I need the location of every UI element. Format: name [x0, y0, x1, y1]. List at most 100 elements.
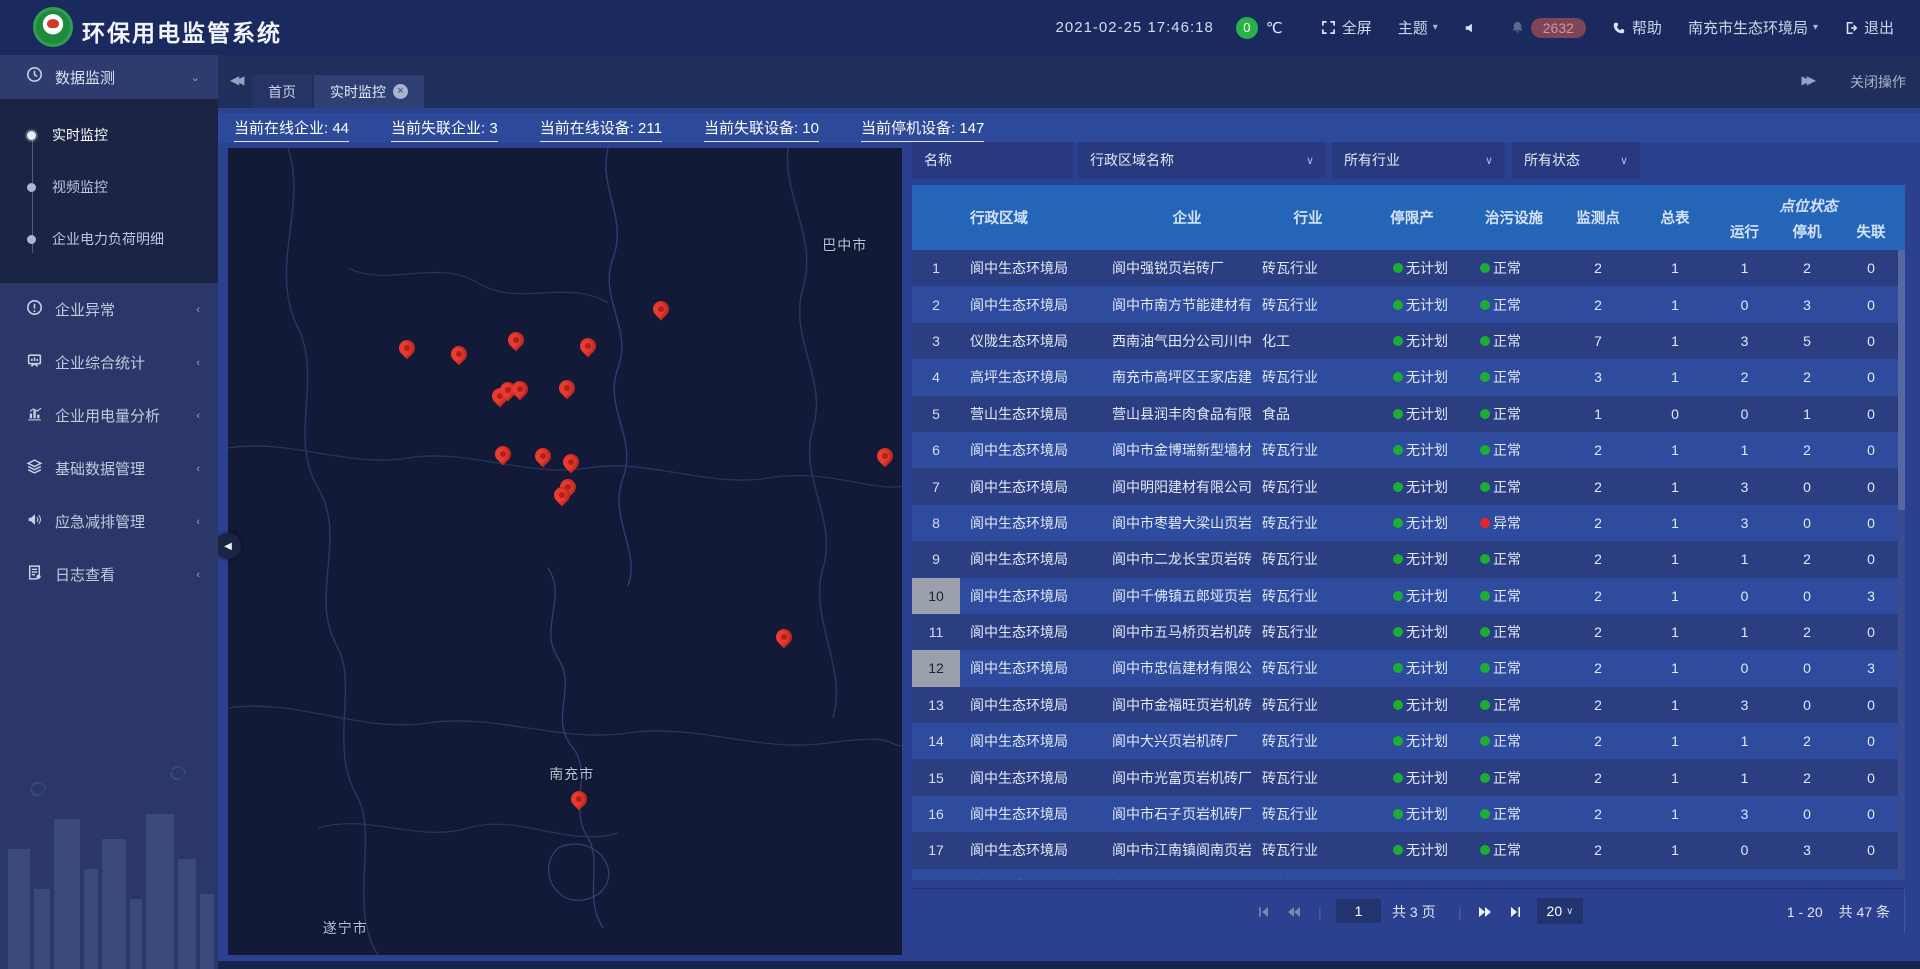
map-marker-9[interactable] — [559, 380, 575, 396]
table-row[interactable]: 6阆中生态环境局阆中市金博瑞新型墙材砖瓦行业无计划正常21120 — [912, 432, 1905, 468]
cell-running: 1 — [1712, 614, 1777, 650]
map-collapse-handle[interactable]: ◀ — [215, 533, 241, 559]
map-marker-2[interactable] — [451, 346, 467, 362]
cell-plan: 无计划 — [1354, 869, 1470, 880]
sidebar-item-label: 基础数据管理 — [55, 458, 145, 479]
notification-button[interactable]: 2632 — [1510, 18, 1586, 38]
tab-close-icon[interactable]: × — [393, 84, 408, 99]
sidebar-item-emergency-reduce[interactable]: 应急减排管理‹ — [0, 495, 218, 548]
map-marker-17[interactable] — [571, 791, 587, 807]
map-marker-11[interactable] — [535, 448, 551, 464]
cell-stopped: 2 — [1777, 541, 1837, 577]
last-page-button[interactable] — [1509, 889, 1523, 934]
cell-plan: 无计划 — [1354, 723, 1470, 759]
table-row[interactable]: 9阆中生态环境局阆中市二龙长宝页岩砖砖瓦行业无计划正常21120 — [912, 541, 1905, 577]
cell-stopped: 5 — [1777, 323, 1837, 359]
cell-monitor-points: 2 — [1558, 650, 1638, 686]
cell-total-meters: 1 — [1638, 359, 1712, 395]
next-page-button[interactable] — [1477, 889, 1493, 934]
cell-facility-status: 正常 — [1470, 578, 1558, 614]
logout-button[interactable]: 退出 — [1844, 17, 1894, 38]
region-filter-select[interactable]: 行政区域名称 ∨ — [1078, 142, 1326, 178]
table-row[interactable]: 10阆中生态环境局阆中千佛镇五郎垭页岩砖瓦行业无计划正常21003 — [912, 578, 1905, 614]
help-button[interactable]: 帮助 — [1612, 17, 1662, 38]
sidebar-item-power-analysis[interactable]: 企业用电量分析‹ — [0, 389, 218, 442]
page-number-input[interactable] — [1336, 899, 1381, 923]
table-row[interactable]: 5营山生态环境局营山县润丰肉食品有限食品无计划正常10010 — [912, 396, 1905, 432]
map-marker-5[interactable] — [653, 301, 669, 317]
map-pin-icon — [509, 378, 532, 401]
cell-monitor-points: 2 — [1558, 614, 1638, 650]
map-panel[interactable]: 巴中市南充市遂宁市 ◀ — [228, 148, 902, 955]
cell-lost: 0 — [1837, 432, 1905, 468]
table-row[interactable]: 15阆中生态环境局阆中市光富页岩机砖厂砖瓦行业无计划正常21120 — [912, 759, 1905, 795]
name-filter-input[interactable]: 名称 — [912, 142, 1073, 178]
cell-running: 1 — [1712, 541, 1777, 577]
scrollbar-thumb[interactable] — [1898, 250, 1905, 510]
table-row[interactable]: 2阆中生态环境局阆中市南方节能建材有砖瓦行业无计划正常21030 — [912, 286, 1905, 322]
table-scrollbar[interactable] — [1898, 250, 1905, 880]
prev-page-button[interactable] — [1286, 889, 1302, 934]
close-operations-button[interactable]: 关闭操作 — [1850, 72, 1906, 92]
map-marker-8[interactable] — [512, 381, 528, 397]
map-marker-15[interactable] — [877, 448, 893, 464]
table-row[interactable]: 8阆中生态环境局阆中市枣碧大梁山页岩砖瓦行业无计划异常21300 — [912, 505, 1905, 541]
map-marker-1[interactable] — [399, 340, 415, 356]
industry-filter-select[interactable]: 所有行业 ∨ — [1332, 142, 1505, 178]
table-row[interactable]: 17阆中生态环境局阆中市江南镇阆南页岩砖瓦行业无计划正常21030 — [912, 832, 1905, 868]
sidebar-item-data-monitor[interactable]: 数据监测⌄ — [0, 55, 218, 99]
theme-button[interactable]: 主题 ▾ — [1398, 17, 1438, 38]
sound-button[interactable] — [1464, 21, 1484, 35]
sidebar-item-enterprise-stats[interactable]: 企业综合统计‹ — [0, 336, 218, 389]
cell-lost: 0 — [1837, 250, 1905, 286]
cell-running: 0 — [1712, 396, 1777, 432]
first-page-button[interactable] — [1256, 889, 1270, 934]
cell-industry: 砖瓦行业 — [1262, 578, 1354, 614]
table-row[interactable]: 18南部生态环境局南部县砖化上河有限公建材加工无计划正常21030 — [912, 869, 1905, 880]
sidebar-item-video-monitor[interactable]: 视频监控 — [0, 161, 218, 213]
cell-lost: 0 — [1837, 723, 1905, 759]
table-row[interactable]: 13阆中生态环境局阆中市金福旺页岩机砖砖瓦行业无计划正常21300 — [912, 687, 1905, 723]
name-filter-placeholder: 名称 — [924, 150, 952, 170]
status-filter-select[interactable]: 所有状态 ∨ — [1512, 142, 1640, 178]
cell-facility-status: 正常 — [1470, 468, 1558, 504]
cell-plan: 无计划 — [1354, 832, 1470, 868]
table-row[interactable]: 14阆中生态环境局阆中大兴页岩机砖厂砖瓦行业无计划正常21120 — [912, 723, 1905, 759]
sidebar-item-realtime-monitor[interactable]: 实时监控 — [0, 109, 218, 161]
cell-region: 阆中生态环境局 — [960, 578, 1112, 614]
table-row[interactable]: 16阆中生态环境局阆中市石子页岩机砖厂砖瓦行业无计划正常21300 — [912, 796, 1905, 832]
table-row[interactable]: 12阆中生态环境局阆中市忠信建材有限公砖瓦行业无计划正常21003 — [912, 650, 1905, 686]
cell-industry: 砖瓦行业 — [1262, 759, 1354, 795]
table-row[interactable]: 3仪陇生态环境局西南油气田分公司川中化工无计划正常71350 — [912, 323, 1905, 359]
map-marker-3[interactable] — [508, 332, 524, 348]
table-row[interactable]: 1阆中生态环境局阆中强锐页岩砖厂砖瓦行业无计划正常21120 — [912, 250, 1905, 286]
tabs-scroll-left-icon[interactable]: ◀◀ — [230, 73, 240, 87]
cell-facility-status: 正常 — [1470, 832, 1558, 868]
map-marker-12[interactable] — [563, 454, 579, 470]
map-marker-10[interactable] — [495, 446, 511, 462]
map-marker-16[interactable] — [776, 629, 792, 645]
fullscreen-button[interactable]: 全屏 — [1321, 17, 1372, 38]
cell-facility-status: 正常 — [1470, 869, 1558, 880]
sidebar-item-log-view[interactable]: 日志查看‹ — [0, 548, 218, 601]
status-dot-icon — [1480, 845, 1490, 855]
org-dropdown[interactable]: 南充市生态环境局 ▾ — [1688, 17, 1818, 38]
cell-index: 12 — [912, 650, 960, 686]
page-size-select[interactable]: 20 ∨ — [1537, 898, 1583, 924]
table-row[interactable]: 11阆中生态环境局阆中市五马桥页岩机砖砖瓦行业无计划正常21120 — [912, 614, 1905, 650]
table-row[interactable]: 7阆中生态环境局阆中明阳建材有限公司砖瓦行业无计划正常21300 — [912, 468, 1905, 504]
cell-stopped: 0 — [1777, 687, 1837, 723]
cell-total-meters: 1 — [1638, 796, 1712, 832]
table-row[interactable]: 4高坪生态环境局南充市高坪区王家店建砖瓦行业无计划正常31220 — [912, 359, 1905, 395]
status-dot-icon — [1393, 518, 1403, 528]
tab-首页[interactable]: 首页 — [252, 75, 312, 108]
sidebar-item-enterprise-abnormal[interactable]: 企业异常‹ — [0, 283, 218, 336]
map-marker-14[interactable] — [554, 487, 570, 503]
sidebar-item-power-load-detail[interactable]: 企业电力负荷明细 — [0, 213, 218, 265]
tab-实时监控[interactable]: 实时监控× — [314, 75, 424, 108]
map-marker-4[interactable] — [580, 338, 596, 354]
status-dot-icon — [1480, 518, 1490, 528]
sidebar-item-base-data[interactable]: 基础数据管理‹ — [0, 442, 218, 495]
sidebar-item-label: 实时监控 — [52, 125, 108, 145]
tabs-scroll-right-icon[interactable]: ▶▶ — [1802, 73, 1812, 87]
